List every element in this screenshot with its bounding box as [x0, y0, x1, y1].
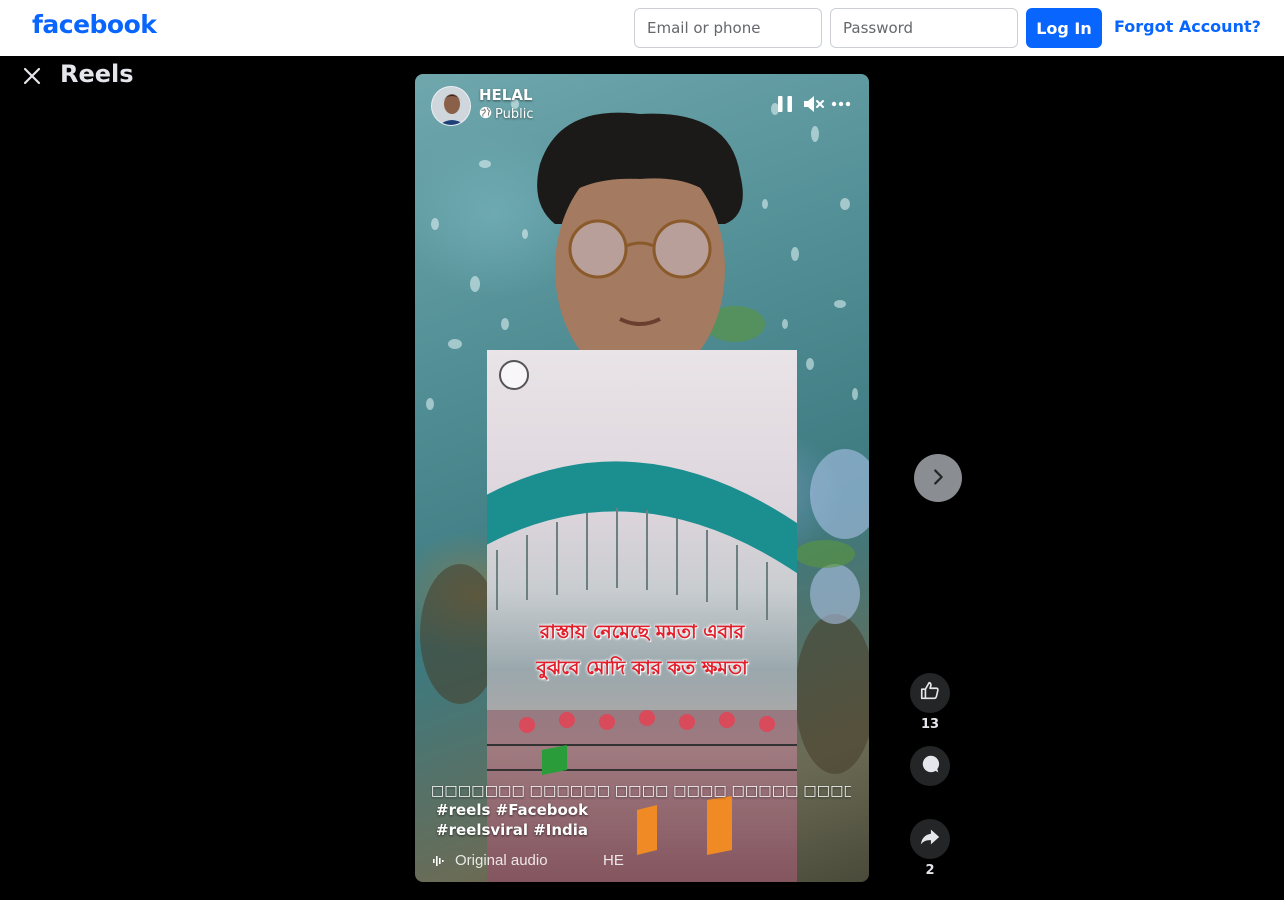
- audio-label: Original audio: [455, 852, 595, 869]
- audio-author: HE: [603, 852, 624, 869]
- share-count: 2: [925, 863, 935, 878]
- share-icon: [919, 826, 941, 853]
- chevron-right-icon: [927, 466, 949, 491]
- hashtag-link[interactable]: #India: [533, 821, 588, 839]
- top-navigation-bar: facebook Log In Forgot Account?: [0, 0, 1284, 56]
- reel-video[interactable]: রাস্তায় নেমেছে মমতা এবার বুঝবে মোদি কার…: [415, 74, 869, 882]
- pause-icon[interactable]: [773, 92, 797, 116]
- close-icon[interactable]: [20, 64, 44, 88]
- audio-attribution[interactable]: Original audio HE: [431, 852, 624, 869]
- more-icon[interactable]: [829, 92, 853, 116]
- reel-caption: □□□□□□□ □□□□□□ □□□□ □□□□ □□□□□ □□□□ □□□ …: [431, 782, 851, 840]
- hashtag-link[interactable]: #Facebook: [496, 801, 588, 819]
- comment-icon: [919, 753, 941, 780]
- share-button[interactable]: [910, 819, 950, 859]
- video-text-line-1: রাস্তায় নেমেছে মমতা এবার: [539, 621, 745, 643]
- login-button[interactable]: Log In: [1026, 8, 1102, 48]
- comment-button[interactable]: [910, 746, 950, 786]
- next-reel-button[interactable]: [914, 454, 962, 502]
- hashtag-link[interactable]: #reels: [436, 801, 490, 819]
- caption-text: □□□□□□□ □□□□□□ □□□□ □□□□ □□□□□ □□□□ □□□ …: [431, 783, 851, 799]
- hashtag-list: #reels #Facebook #reelsviral #India: [431, 800, 851, 840]
- like-count: 13: [920, 717, 940, 732]
- mute-icon[interactable]: [801, 92, 825, 116]
- thumbs-up-icon: [919, 680, 941, 707]
- facebook-logo[interactable]: facebook: [32, 10, 157, 39]
- email-input[interactable]: [634, 8, 822, 48]
- audio-wave-icon: [431, 853, 447, 869]
- video-text-line-2: বুঝবে মোদি কার কত ক্ষমতা: [536, 657, 748, 679]
- forgot-account-link[interactable]: Forgot Account?: [1114, 17, 1261, 36]
- hashtag-link[interactable]: #reelsviral: [436, 821, 528, 839]
- author-name[interactable]: HELAL: [479, 86, 533, 104]
- privacy-label: Public: [495, 107, 534, 122]
- privacy-indicator: Public: [479, 106, 533, 123]
- watermark-seal: [499, 360, 529, 390]
- avatar[interactable]: [431, 86, 471, 126]
- globe-icon: [479, 106, 492, 123]
- password-input[interactable]: [830, 8, 1018, 48]
- audio-name: Original audio: [455, 852, 548, 869]
- page-title: Reels: [60, 60, 134, 88]
- like-button[interactable]: [910, 673, 950, 713]
